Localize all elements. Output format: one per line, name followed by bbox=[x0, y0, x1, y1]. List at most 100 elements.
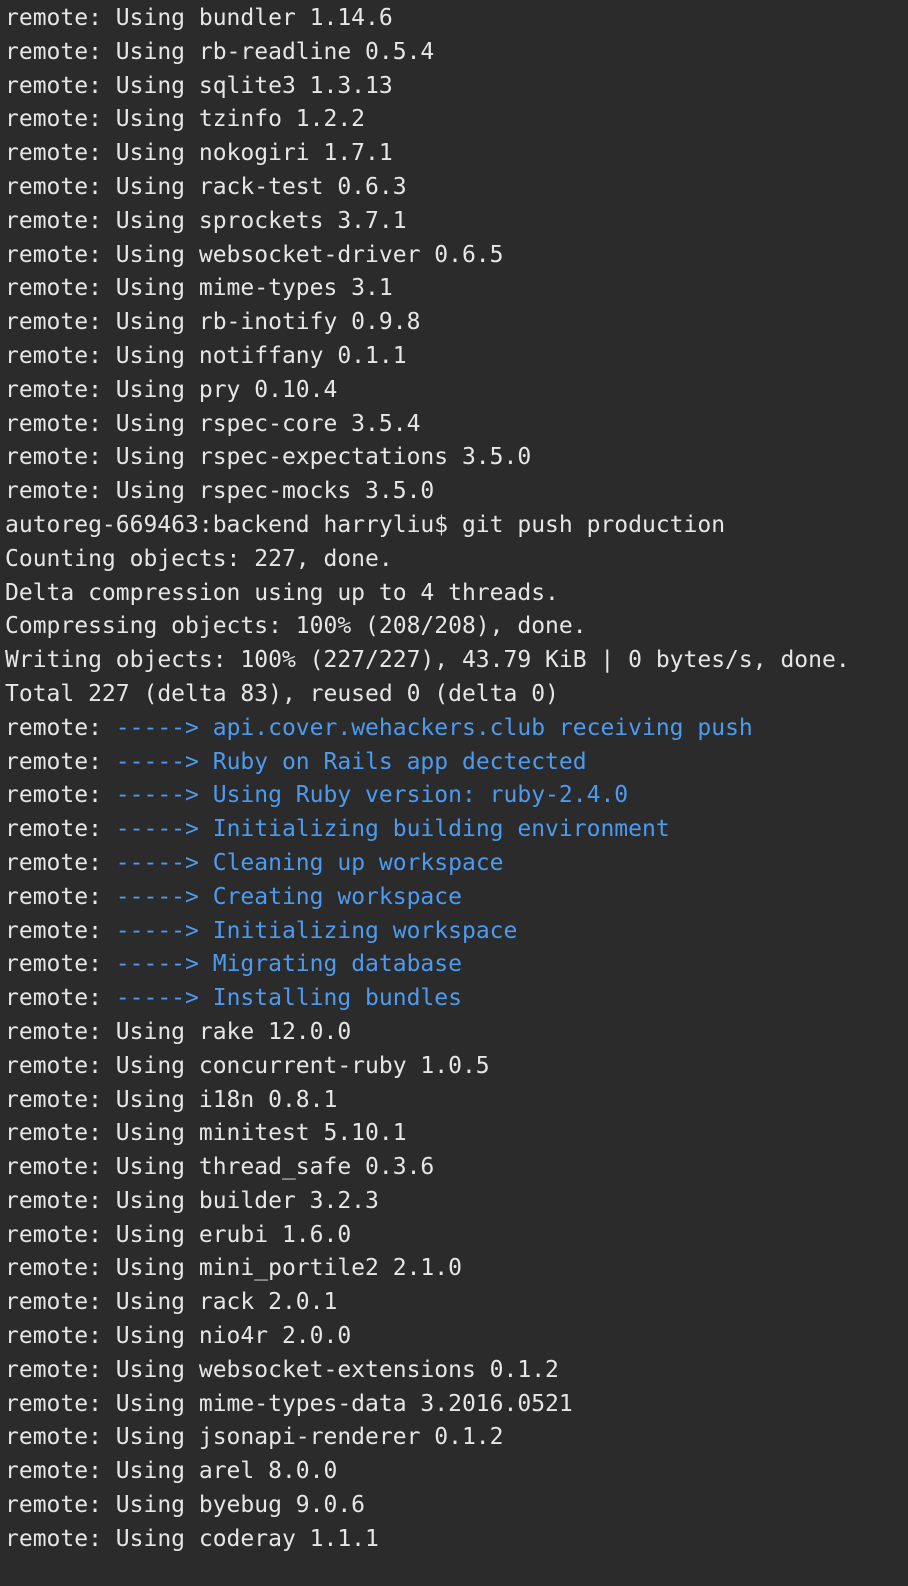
step-message: Migrating database bbox=[212, 951, 462, 978]
line-prefix: remote: bbox=[5, 1086, 116, 1113]
line-prefix: remote: bbox=[5, 140, 116, 167]
terminal-line: remote: -----> Initializing building env… bbox=[5, 813, 908, 847]
line-text: Using coderay 1.1.1 bbox=[115, 1525, 379, 1552]
line-prefix: remote: bbox=[5, 782, 116, 809]
line-prefix: remote: bbox=[5, 951, 116, 978]
line-text: Using pry 0.10.4 bbox=[115, 376, 338, 403]
line-prefix: remote: bbox=[5, 1458, 116, 1485]
line-text: Using rb-readline 0.5.4 bbox=[115, 38, 435, 65]
step-message: Initializing workspace bbox=[212, 917, 518, 944]
step-message: Using Ruby version: ruby-2.4.0 bbox=[212, 782, 629, 809]
line-text: Using rspec-expectations 3.5.0 bbox=[115, 444, 532, 471]
line-text: Using rack 2.0.1 bbox=[115, 1289, 338, 1316]
arrow-marker: -----> bbox=[115, 748, 213, 775]
step-message: Installing bundles bbox=[212, 985, 462, 1012]
line-prefix: remote: bbox=[5, 376, 116, 403]
terminal-line: remote: Using byebug 9.0.6 bbox=[5, 1489, 908, 1523]
line-text: Using jsonapi-renderer 0.1.2 bbox=[115, 1424, 504, 1451]
arrow-marker: -----> bbox=[115, 985, 213, 1012]
line-prefix: remote: bbox=[5, 207, 116, 234]
line-prefix: remote: bbox=[5, 275, 116, 302]
line-prefix: remote: bbox=[5, 478, 116, 505]
terminal-line: Counting objects: 227, done. bbox=[5, 543, 908, 577]
arrow-marker: -----> bbox=[115, 849, 213, 876]
line-prefix: remote: bbox=[5, 1424, 116, 1451]
terminal-line: remote: Using websocket-driver 0.6.5 bbox=[5, 239, 908, 273]
line-prefix: remote: bbox=[5, 1221, 116, 1248]
step-message: Cleaning up workspace bbox=[212, 849, 504, 876]
line-text: Using builder 3.2.3 bbox=[115, 1187, 379, 1214]
terminal-line: Compressing objects: 100% (208/208), don… bbox=[5, 610, 908, 644]
line-text: Using byebug 9.0.6 bbox=[115, 1492, 366, 1519]
terminal-output[interactable]: remote: Using bundler 1.14.6 remote: Usin… bbox=[0, 0, 908, 1586]
line-prefix: remote: bbox=[5, 1525, 116, 1552]
line-text: Counting objects: 227, done. bbox=[5, 545, 393, 572]
line-text: Using erubi 1.6.0 bbox=[115, 1221, 352, 1248]
line-text: Using rspec-core 3.5.4 bbox=[115, 410, 421, 437]
line-prefix: remote: bbox=[5, 72, 116, 99]
line-text: Using rb-inotify 0.9.8 bbox=[115, 309, 421, 336]
line-prefix: remote: bbox=[5, 1052, 116, 1079]
line-text: Using mime-types 3.1 bbox=[115, 275, 393, 302]
line-prefix: remote: bbox=[5, 917, 116, 944]
terminal-line: remote: -----> Using Ruby version: ruby-… bbox=[5, 779, 908, 813]
terminal-line: autoreg-669463:backend harryliu$ git pus… bbox=[5, 509, 908, 543]
line-prefix: remote: bbox=[5, 1492, 116, 1519]
terminal-line: remote: Using minitest 5.10.1 bbox=[5, 1117, 908, 1151]
terminal-line: remote: Using notiffany 0.1.1 bbox=[5, 340, 908, 374]
terminal-line: remote: -----> Creating workspace bbox=[5, 881, 908, 915]
terminal-line: remote: Using concurrent-ruby 1.0.5 bbox=[5, 1050, 908, 1084]
line-prefix: remote: bbox=[5, 1018, 116, 1045]
line-text: Using notiffany 0.1.1 bbox=[115, 342, 407, 369]
terminal-line: remote: Using mime-types-data 3.2016.052… bbox=[5, 1388, 908, 1422]
line-text: Using tzinfo 1.2.2 bbox=[115, 106, 366, 133]
line-text: Using sprockets 3.7.1 bbox=[115, 207, 407, 234]
line-text: Using arel 8.0.0 bbox=[115, 1458, 338, 1485]
line-text: Using mime-types-data 3.2016.0521 bbox=[115, 1390, 573, 1417]
arrow-marker: -----> bbox=[115, 883, 213, 910]
terminal-line: remote: Using mime-types 3.1 bbox=[5, 272, 908, 306]
terminal-line: Total 227 (delta 83), reused 0 (delta 0) bbox=[5, 678, 908, 712]
line-prefix: remote: bbox=[5, 444, 116, 471]
line-text: Using websocket-extensions 0.1.2 bbox=[115, 1356, 559, 1383]
line-prefix: remote: bbox=[5, 5, 116, 31]
line-prefix: remote: bbox=[5, 241, 116, 268]
line-text: autoreg-669463:backend harryliu$ git pus… bbox=[5, 511, 726, 538]
terminal-line: remote: Using pry 0.10.4 bbox=[5, 374, 908, 408]
line-prefix: remote: bbox=[5, 1289, 116, 1316]
line-text: Using i18n 0.8.1 bbox=[115, 1086, 338, 1113]
terminal-line: remote: -----> Ruby on Rails app dectect… bbox=[5, 746, 908, 780]
line-text: Using thread_safe 0.3.6 bbox=[115, 1154, 435, 1181]
line-text: Using mini_portile2 2.1.0 bbox=[115, 1255, 462, 1282]
terminal-line: remote: Using thread_safe 0.3.6 bbox=[5, 1151, 908, 1185]
terminal-line: remote: Using mini_portile2 2.1.0 bbox=[5, 1252, 908, 1286]
terminal-line: remote: Using jsonapi-renderer 0.1.2 bbox=[5, 1421, 908, 1455]
terminal-line: remote: Using arel 8.0.0 bbox=[5, 1455, 908, 1489]
terminal-line: remote: Using rspec-core 3.5.4 bbox=[5, 408, 908, 442]
line-text: Using concurrent-ruby 1.0.5 bbox=[115, 1052, 490, 1079]
line-text: Using bundler 1.14.6 bbox=[115, 5, 393, 31]
terminal-line: remote: Using rspec-mocks 3.5.0 bbox=[5, 475, 908, 509]
line-prefix: remote: bbox=[5, 410, 116, 437]
terminal-line: remote: Using coderay 1.1.1 bbox=[5, 1523, 908, 1557]
terminal-line: remote: Using tzinfo 1.2.2 bbox=[5, 103, 908, 137]
line-text: Compressing objects: 100% (208/208), don… bbox=[5, 613, 587, 640]
line-prefix: remote: bbox=[5, 714, 116, 741]
line-prefix: remote: bbox=[5, 1323, 116, 1350]
terminal-line: remote: -----> Migrating database bbox=[5, 948, 908, 982]
line-prefix: remote: bbox=[5, 1255, 116, 1282]
terminal-line: remote: Using rack-test 0.6.3 bbox=[5, 171, 908, 205]
line-text: Using minitest 5.10.1 bbox=[115, 1120, 407, 1147]
terminal-line: Writing objects: 100% (227/227), 43.79 K… bbox=[5, 644, 908, 678]
line-prefix: remote: bbox=[5, 883, 116, 910]
line-prefix: remote: bbox=[5, 748, 116, 775]
terminal-line: remote: Using erubi 1.6.0 bbox=[5, 1219, 908, 1253]
terminal-line: remote: -----> Initializing workspace bbox=[5, 915, 908, 949]
terminal-line: remote: Using nio4r 2.0.0 bbox=[5, 1320, 908, 1354]
terminal-line: remote: Using rb-readline 0.5.4 bbox=[5, 36, 908, 70]
line-prefix: remote: bbox=[5, 816, 116, 843]
line-text: Using nokogiri 1.7.1 bbox=[115, 140, 393, 167]
line-text: Using websocket-driver 0.6.5 bbox=[115, 241, 504, 268]
line-prefix: remote: bbox=[5, 1154, 116, 1181]
line-prefix: remote: bbox=[5, 1187, 116, 1214]
